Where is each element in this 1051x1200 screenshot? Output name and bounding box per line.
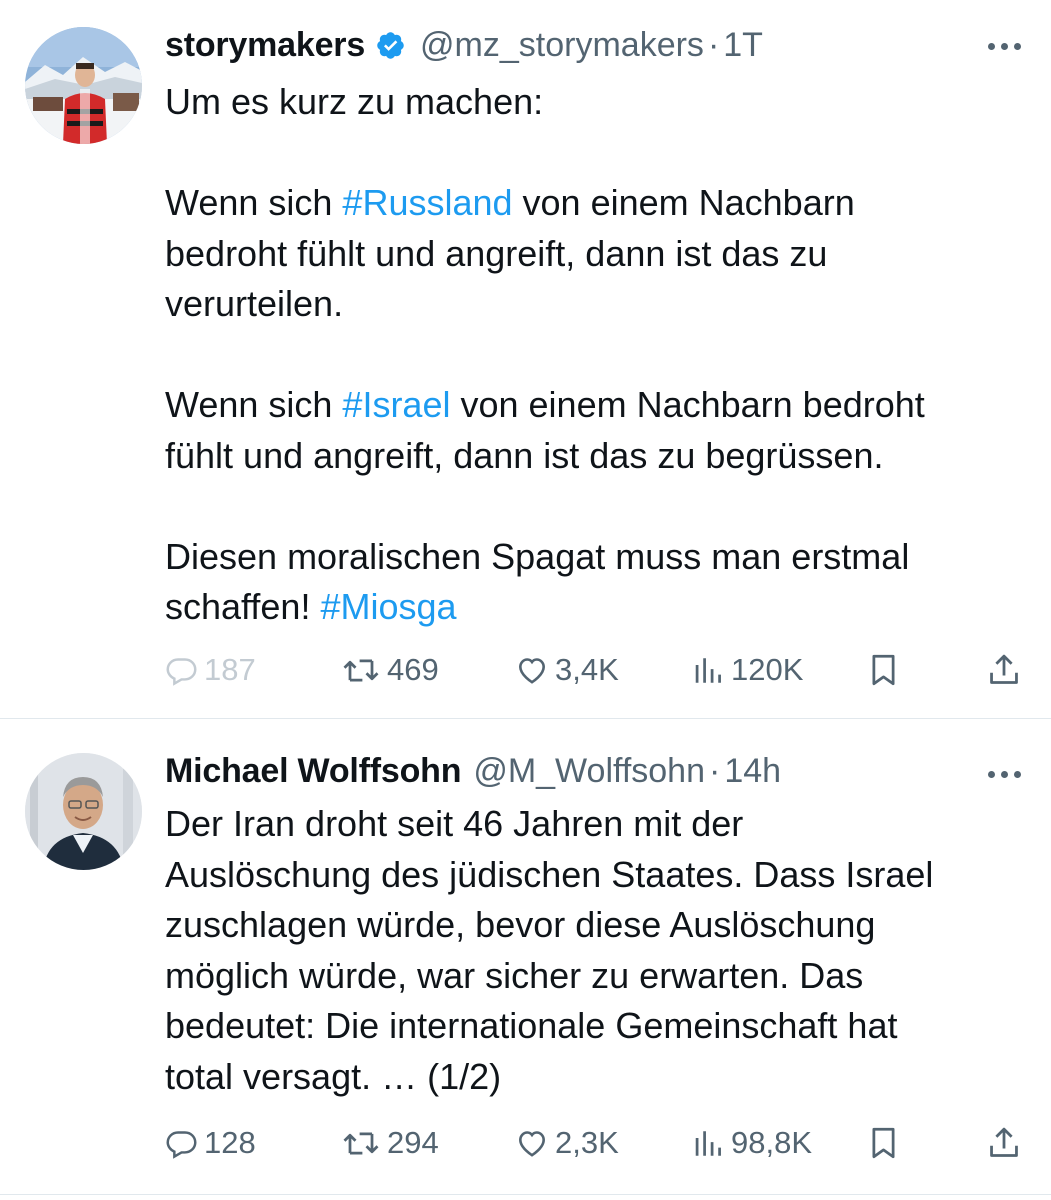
text-segment: von einem Nachbarn — [512, 182, 855, 223]
text-line: Diesen moralischen Spagat muss man erstm… — [165, 532, 925, 583]
text-segment: bedeutet: Die internationale Gemeinschaf… — [165, 1005, 898, 1046]
reply-icon — [166, 1130, 197, 1159]
retweet-button[interactable]: 294 — [341, 1118, 439, 1168]
hashtag-link[interactable]: #Miosga — [320, 586, 456, 627]
text-segment: Auslöschung des jüdischen Staates. Dass … — [165, 853, 934, 895]
share-icon — [990, 1127, 1018, 1157]
views-icon — [695, 1130, 721, 1156]
timestamp[interactable]: 1T — [723, 26, 763, 65]
separator: · — [709, 751, 721, 790]
display-name[interactable]: storymakers — [165, 26, 365, 65]
text-line: total versagt. … (1/2) — [165, 1052, 933, 1103]
tweet-header: storymakers @mz_storymakers · 1T — [165, 22, 763, 68]
tweet-header: Michael Wolffsohn @M_Wolffsohn · 14h — [165, 748, 781, 794]
reply-count: 128 — [204, 1125, 256, 1160]
views-icon — [695, 657, 721, 683]
separator: · — [707, 25, 720, 64]
text-segment: von einem Nachbarn bedroht — [450, 384, 925, 425]
text-line: möglich würde, war sicher zu erwarten. D… — [165, 951, 933, 1002]
reply-count: 187 — [204, 652, 256, 687]
tweet-actions: 128 294 2,3K 98,8K — [165, 1118, 1025, 1168]
text-segment: Wenn sich — [165, 384, 343, 425]
share-button[interactable] — [987, 1118, 1021, 1168]
text-segment: zuschlagen würde, bevor diese Auslöschun… — [165, 904, 876, 945]
text-segment: Wenn sich — [165, 182, 343, 223]
reply-button[interactable]: 128 — [165, 1118, 256, 1168]
text-line: Wenn sich #Israel von einem Nachbarn bed… — [165, 380, 925, 431]
text-line: bedroht fühlt und angreift, dann ist das… — [165, 229, 925, 280]
more-icon[interactable] — [988, 771, 1021, 778]
text-segment: fühlt und angreift, dann ist das zu begr… — [165, 434, 884, 476]
like-count: 2,3K — [555, 1125, 619, 1160]
text-segment: Diesen moralischen Spagat muss man erstm… — [165, 535, 910, 577]
views-button[interactable]: 98,8K — [693, 1118, 812, 1168]
avatar[interactable] — [25, 753, 142, 870]
verified-badge-icon — [375, 30, 406, 61]
text-line: Auslöschung des jüdischen Staates. Dass … — [165, 850, 933, 901]
like-count: 3,4K — [555, 652, 619, 687]
bookmark-button[interactable] — [867, 1118, 900, 1168]
reply-button[interactable]: 187 — [165, 645, 256, 695]
reply-icon — [166, 657, 197, 686]
share-button[interactable] — [987, 645, 1021, 695]
like-button[interactable]: 3,4K — [515, 645, 619, 695]
views-count: 98,8K — [731, 1125, 813, 1160]
text-line: verurteilen. — [165, 279, 925, 330]
user-handle[interactable]: @M_Wolffsohn — [473, 752, 705, 791]
text-line: Wenn sich #Russland von einem Nachbarn — [165, 178, 925, 229]
text-line: bedeutet: Die internationale Gemeinschaf… — [165, 1001, 933, 1052]
text-segment: schaffen! — [165, 586, 321, 627]
text-segment: bedroht fühlt und angreift, dann ist das… — [165, 232, 828, 274]
bookmark-icon — [872, 1127, 895, 1159]
more-icon[interactable] — [988, 43, 1021, 50]
divider — [0, 1194, 1051, 1195]
text-line: schaffen! #Miosga — [165, 582, 925, 633]
text-segment: Der Iran droht seit 46 Jahren mit der — [165, 803, 744, 844]
retweet-icon — [343, 659, 379, 681]
avatar-photo — [25, 27, 142, 144]
bookmark-icon — [872, 654, 895, 686]
display-name[interactable]: Michael Wolffsohn — [165, 752, 462, 791]
text-line: Um es kurz zu machen: — [165, 77, 925, 128]
heart-icon — [519, 1130, 545, 1157]
hashtag-link[interactable]: #Russland — [342, 182, 512, 223]
tweet-text: Der Iran droht seit 46 Jahren mit der Aus… — [165, 799, 933, 1102]
avatar[interactable] — [25, 27, 142, 144]
avatar-photo — [25, 753, 142, 870]
text-line: fühlt und angreift, dann ist das zu begr… — [165, 431, 925, 482]
share-icon — [990, 654, 1018, 684]
text-segment: verurteilen. — [165, 283, 344, 324]
heart-icon — [519, 657, 545, 684]
text-line: zuschlagen würde, bevor diese Auslöschun… — [165, 900, 933, 951]
like-button[interactable]: 2,3K — [515, 1118, 619, 1168]
timestamp[interactable]: 14h — [724, 752, 781, 791]
user-handle[interactable]: @mz_storymakers — [420, 26, 704, 65]
retweet-icon — [343, 1132, 379, 1154]
tweet-text: Um es kurz zu machen: Wenn sich #Russland… — [165, 77, 925, 633]
views-button[interactable]: 120K — [693, 645, 803, 695]
retweet-count: 469 — [387, 652, 439, 687]
text-segment: möglich würde, war sicher zu erwarten. D… — [165, 954, 864, 996]
tweet[interactable]: storymakers @mz_storymakers · 1T Um es k… — [0, 0, 1051, 718]
text-segment: Um es kurz zu machen: — [165, 81, 544, 122]
text-segment: total versagt. … (1/2) — [165, 1055, 502, 1097]
retweet-count: 294 — [387, 1125, 439, 1160]
retweet-button[interactable]: 469 — [341, 645, 439, 695]
tweet-actions: 187 469 3,4K 120K — [165, 645, 1025, 695]
bookmark-button[interactable] — [867, 645, 900, 695]
views-count: 120K — [731, 652, 804, 687]
tweet[interactable]: Michael Wolffsohn @M_Wolffsohn · 14h Der… — [0, 719, 1051, 1194]
hashtag-link[interactable]: #Israel — [342, 384, 450, 425]
text-line: Der Iran droht seit 46 Jahren mit der — [165, 799, 933, 850]
